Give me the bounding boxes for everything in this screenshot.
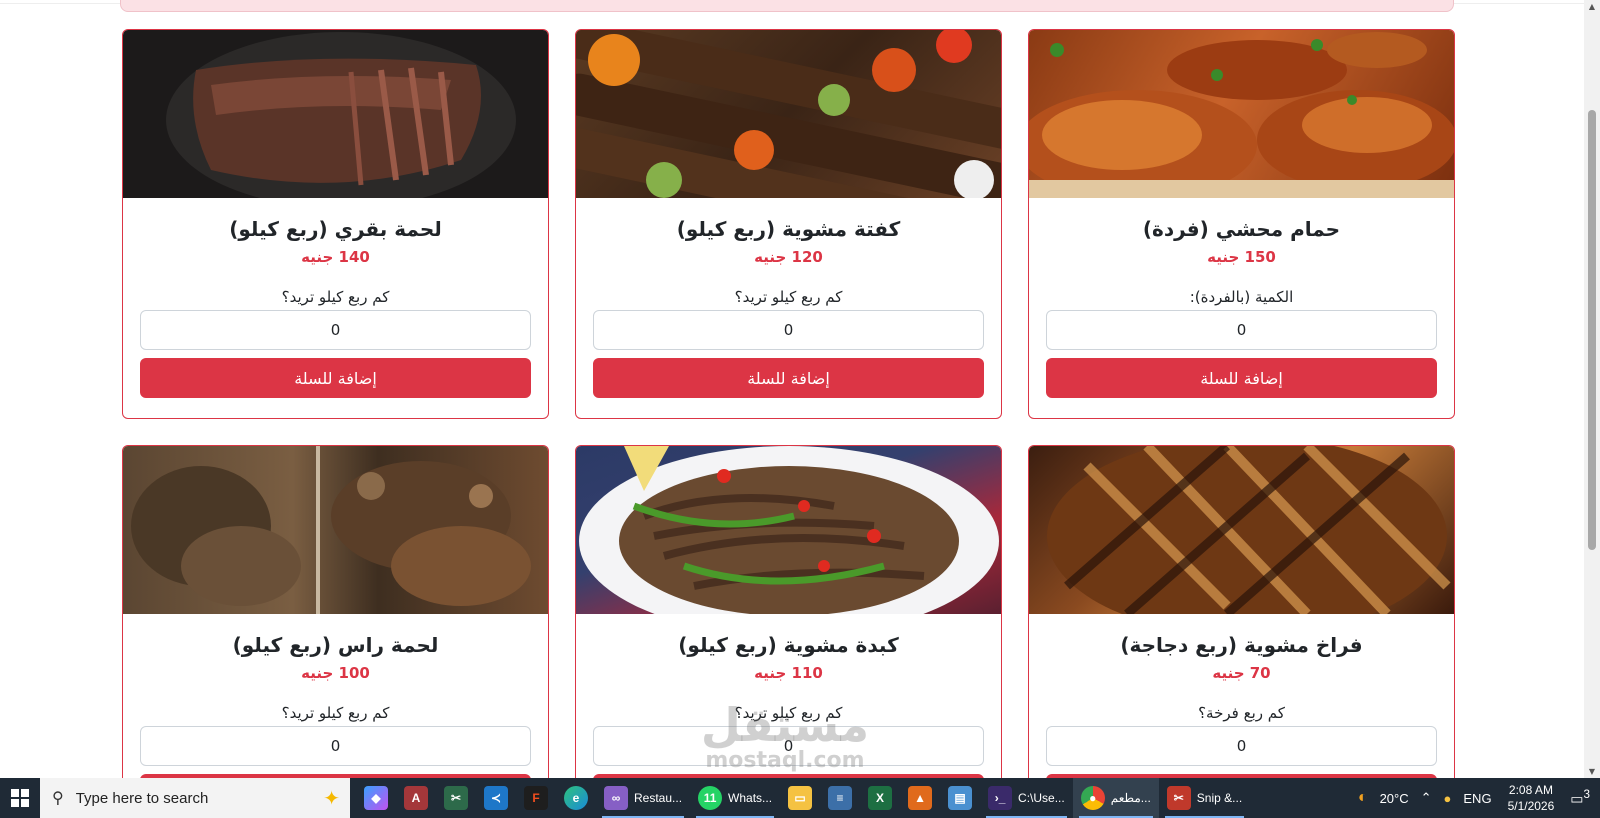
quantity-label: كم ربع كيلو تريد؟ [734, 288, 843, 306]
system-tray: ◐ 20°C ⌃ ● ENG 2:08 AM 5/1/2026 ▭3 [1352, 778, 1600, 818]
menu-card-kofta: كفتة مشوية (ربع كيلو) 120 جنيه كم ربع كي… [575, 29, 1002, 419]
figma-app-icon[interactable]: F [516, 778, 556, 818]
access-app-icon[interactable]: A [396, 778, 436, 818]
quantity-input[interactable] [1046, 310, 1437, 350]
chrome-app-button[interactable]: ● مطعم... [1072, 778, 1159, 818]
liver-photo [576, 446, 1001, 614]
menu-card-pigeon: حمام محشي (فردة) 150 جنيه الكمية (بالفرد… [1028, 29, 1455, 419]
add-to-cart-button[interactable]: إضافة للسلة [140, 358, 531, 398]
app-label: Snip &... [1196, 791, 1243, 805]
terminal-app-button[interactable]: ›_ C:\Use... [980, 778, 1073, 818]
app-label: Restau... [634, 791, 683, 805]
quantity-input[interactable] [593, 310, 984, 350]
item-title: كبدة مشوية (ربع كيلو) [678, 633, 899, 657]
whatsapp-badge: 11 [698, 786, 723, 810]
app-label: C:\Use... [1018, 791, 1065, 805]
edge-app-icon[interactable]: e [556, 778, 596, 818]
snip-sketch-app-button[interactable]: ✂ Snip &... [1159, 778, 1250, 818]
item-price: 120 جنيه [754, 248, 823, 266]
item-title: لحمة بقري (ربع كيلو) [229, 217, 442, 241]
files-app-icon[interactable]: ▤ [940, 778, 980, 818]
snipping-app-icon[interactable]: ✂ [436, 778, 476, 818]
item-price: 110 جنيه [754, 664, 823, 682]
taskbar-search-box[interactable]: ⚲ Type here to search ✦ [40, 778, 350, 818]
add-to-cart-button[interactable]: إضافة للسلة [593, 358, 984, 398]
quantity-input[interactable] [140, 310, 531, 350]
kofta-photo [576, 30, 1001, 198]
notifications-icon[interactable]: ▭3 [1564, 788, 1600, 808]
start-button[interactable] [0, 778, 40, 818]
file-explorer-app-icon[interactable]: ▭ [780, 778, 820, 818]
beef-photo [123, 30, 548, 198]
item-title: لحمة راس (ربع كيلو) [232, 633, 439, 657]
excel-app-icon[interactable]: X [860, 778, 900, 818]
notification-count: 3 [1583, 788, 1590, 802]
quantity-label: الكمية (بالفردة): [1189, 288, 1294, 306]
stack-app-icon[interactable]: ≡ [820, 778, 860, 818]
quantity-label: كم ربع كيلو تريد؟ [281, 288, 390, 306]
vertical-scrollbar[interactable]: ▲ ▼ [1584, 0, 1600, 778]
quantity-input[interactable] [593, 726, 984, 766]
clock[interactable]: 2:08 AM 5/1/2026 [1498, 782, 1565, 814]
chevron-up-icon[interactable]: ⌃ [1415, 790, 1438, 806]
chicken-photo [1029, 446, 1454, 614]
menu-card-beef: لحمة بقري (ربع كيلو) 140 جنيه كم ربع كيل… [122, 29, 549, 419]
item-price: 70 جنيه [1212, 664, 1271, 682]
search-placeholder: Type here to search [75, 789, 209, 807]
windows-taskbar: ⚲ Type here to search ✦ ◆ A ✂ ≺ F e ∞ Res… [0, 778, 1600, 818]
item-title: فراخ مشوية (ربع دجاجة) [1120, 633, 1363, 657]
language-indicator[interactable]: ENG [1457, 791, 1497, 806]
browser-viewport: حمام محشي (فردة) 150 جنيه الكمية (بالفرد… [0, 0, 1600, 778]
item-price: 100 جنيه [301, 664, 370, 682]
quantity-input[interactable] [1046, 726, 1437, 766]
matlab-app-icon[interactable]: ▲ [900, 778, 940, 818]
head-meat-photo [123, 446, 548, 614]
app-label: Whats... [728, 791, 773, 805]
visual-studio-app-button[interactable]: ∞ Restau... [596, 778, 690, 818]
scroll-up-arrow-icon[interactable]: ▲ [1587, 2, 1597, 11]
item-title: كفتة مشوية (ربع كيلو) [676, 217, 901, 241]
sparkle-icon: ✦ [323, 787, 340, 810]
search-icon: ⚲ [52, 790, 64, 807]
clock-date: 5/1/2026 [1507, 799, 1555, 813]
menu-card-head-meat: لحمة راس (ربع كيلو) 100 جنيه كم ربع كيلو… [122, 445, 549, 778]
quantity-label: كم ربع كيلو تريد؟ [281, 704, 390, 722]
quantity-label: كم ربع كيلو تريد؟ [734, 704, 843, 722]
whatsapp-app-button[interactable]: 11 Whats... [690, 778, 780, 818]
header-banner [120, 0, 1454, 12]
quantity-input[interactable] [140, 726, 531, 766]
menu-card-liver: كبدة مشوية (ربع كيلو) 110 جنيه كم ربع كي… [575, 445, 1002, 778]
scroll-down-arrow-icon[interactable]: ▼ [1587, 767, 1597, 776]
weather-temp[interactable]: 20°C [1374, 791, 1415, 806]
scroll-thumb[interactable] [1588, 110, 1596, 550]
menu-grid: حمام محشي (فردة) 150 جنيه الكمية (بالفرد… [121, 29, 1455, 778]
item-price: 140 جنيه [301, 248, 370, 266]
weather-icon[interactable]: ◐ [1352, 789, 1374, 807]
quantity-label: كم ربع فرخة؟ [1198, 704, 1285, 722]
app-label: مطعم... [1110, 791, 1151, 805]
add-to-cart-button[interactable]: إضافة للسلة [1046, 358, 1437, 398]
network-icon[interactable]: ● [1438, 791, 1458, 806]
menu-card-chicken: فراخ مشوية (ربع دجاجة) 70 جنيه كم ربع فر… [1028, 445, 1455, 778]
clock-time: 2:08 AM [1508, 783, 1553, 797]
copilot-app-icon[interactable]: ◆ [356, 778, 396, 818]
item-price: 150 جنيه [1207, 248, 1276, 266]
windows-logo-icon [11, 789, 29, 807]
vscode-app-icon[interactable]: ≺ [476, 778, 516, 818]
pigeon-photo [1029, 30, 1454, 198]
item-title: حمام محشي (فردة) [1142, 217, 1341, 241]
